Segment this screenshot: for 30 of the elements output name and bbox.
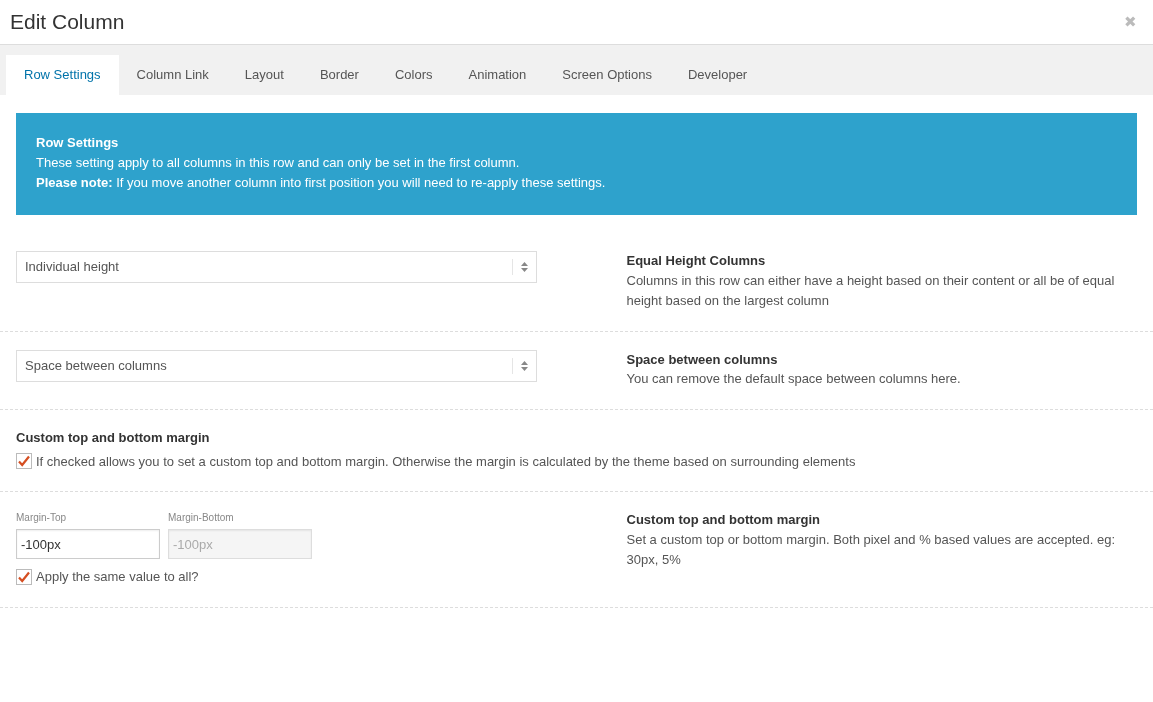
setting-description: Set a custom top or bottom margin. Both pixel and % based values are accepted. eg: 30px, 5% bbox=[626, 530, 1116, 569]
checkbox[interactable] bbox=[16, 568, 32, 585]
field-label: Margin-Top bbox=[16, 511, 68, 525]
checkbox[interactable] bbox=[16, 453, 32, 470]
tab[interactable]: Screen Options bbox=[544, 55, 670, 95]
tab[interactable]: Row Settings bbox=[6, 55, 119, 95]
notice-text: These setting apply to all columns in this row and can only be set in the first column. bbox=[36, 154, 521, 172]
tab[interactable]: Layout bbox=[226, 55, 302, 95]
tab[interactable]: Developer bbox=[669, 55, 766, 95]
dialog-title: Edit Column bbox=[10, 9, 125, 36]
field-label: Margin-Bottom bbox=[168, 511, 235, 525]
sort-arrows-icon bbox=[521, 360, 528, 371]
setting-title: Custom top and bottom margin bbox=[626, 511, 822, 529]
select-field[interactable]: Individual height bbox=[16, 251, 537, 283]
setting-description: Columns in this row can either have a height based on their content or all be of equal height based on the largest column bbox=[626, 271, 1116, 310]
checkbox-label: If checked allows you to set a custom top and bottom margin. Otherwise the margin is calculated by the theme based on surrounding elements bbox=[36, 452, 856, 471]
notice-title: Row Settings bbox=[36, 134, 120, 152]
sort-arrows-icon bbox=[521, 262, 528, 272]
setting-description: You can remove the default space between columns here. bbox=[626, 370, 962, 388]
setting-title: Space between columns bbox=[626, 350, 779, 369]
tab[interactable]: Border bbox=[301, 55, 377, 95]
select-field[interactable]: Space between columns bbox=[16, 349, 537, 382]
checkbox-label: Apply the same value to all? bbox=[36, 568, 199, 586]
tab[interactable]: Colors bbox=[376, 55, 451, 95]
setting-title: Equal Height Columns bbox=[626, 252, 767, 270]
notice-text: Please note: If you move another column into first position you will need to re-apply these settings. bbox=[36, 174, 607, 192]
input-field[interactable]: -100px bbox=[16, 529, 160, 559]
setting-title: Custom top and bottom margin bbox=[16, 429, 211, 447]
tab[interactable]: Animation bbox=[450, 55, 545, 95]
tab[interactable]: Column Link bbox=[118, 55, 227, 95]
